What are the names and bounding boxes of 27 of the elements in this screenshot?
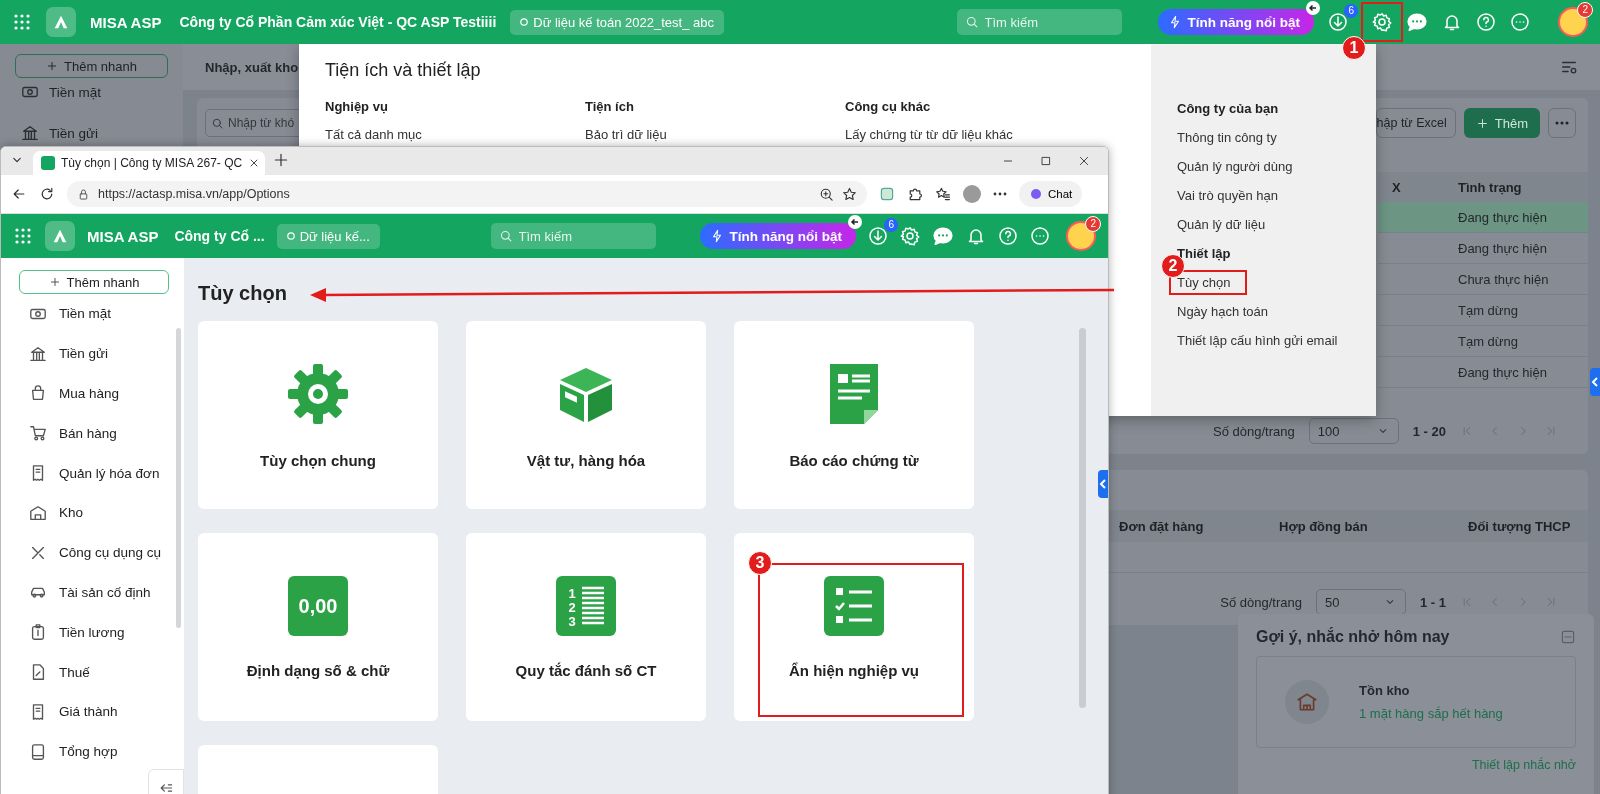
page-range: 1 - 20 — [1412, 423, 1446, 439]
page-range: 1 - 1 — [1420, 594, 1446, 610]
number-format-icon: 0,00 — [288, 575, 348, 636]
step-number: 3 — [748, 551, 772, 575]
column-header: X — [1391, 179, 1402, 195]
menu-heading: Công ty của bạn — [1177, 100, 1280, 118]
column-header: Hợp đồng bán — [1279, 518, 1369, 534]
brand-name: MISA ASP — [87, 227, 159, 245]
brand-name: MISA ASP — [90, 13, 162, 31]
rows-per-page-label: Số dòng/trang — [1220, 594, 1302, 610]
notification-badge: 6 — [884, 218, 898, 232]
column-header: Đơn đặt hàng — [1119, 518, 1205, 534]
notification-badge: 2 — [1577, 2, 1593, 18]
column-header: Tình trạng — [1458, 179, 1522, 195]
column-header: Đối tượng THCP — [1468, 518, 1572, 534]
numbered-list-icon: 1 2 3 — [556, 575, 616, 636]
notification-badge: 6 — [1344, 4, 1358, 18]
menu-heading: Công cụ khác — [845, 99, 932, 114]
page-title: Tùy chọn — [198, 282, 287, 305]
panel-title: Gợi ý, nhắc nhở hôm nay — [1256, 628, 1450, 646]
menu-heading: Nghiệp vụ — [325, 99, 389, 114]
rows-per-page-label: Số dòng/trang — [1213, 423, 1295, 439]
step-number: 1 — [1342, 36, 1366, 60]
menu-title: Tiện ích và thiết lập — [325, 60, 482, 81]
notification-badge: 2 — [1085, 216, 1101, 232]
menu-heading: Tiện ích — [585, 99, 635, 114]
reminder-title: Tồn kho — [1359, 683, 1411, 698]
